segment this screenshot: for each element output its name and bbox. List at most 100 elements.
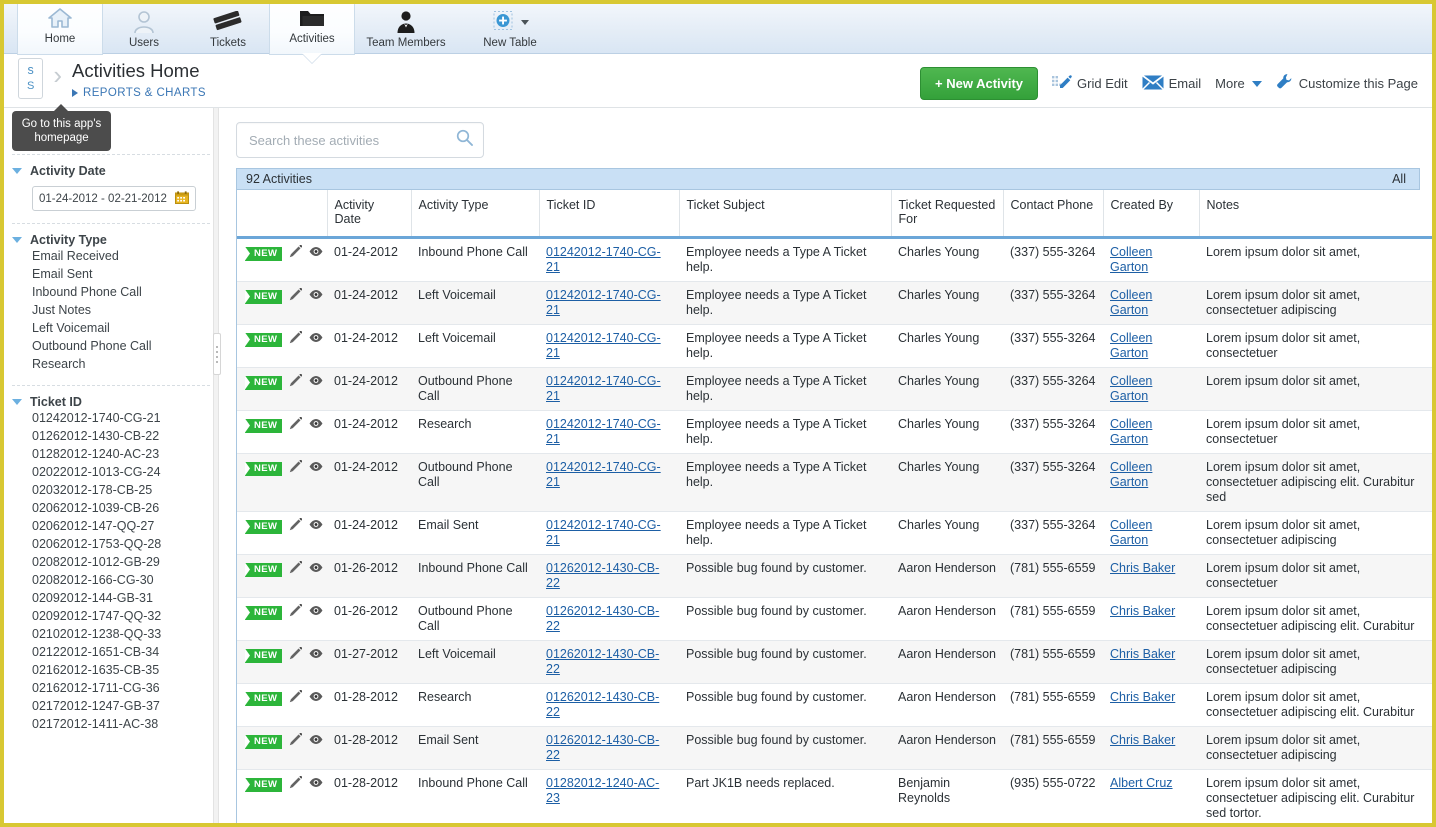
column-header-activity-type[interactable]: Activity Type	[411, 190, 540, 239]
table-row[interactable]: NEW 01-24-2012 Outbound Phone Call 01242012…	[237, 453, 1432, 512]
ticket-id-link[interactable]: 01242012-1740-CG-21	[546, 417, 661, 446]
filter-ticket-id-item-8[interactable]: 02082012-1012-GB-29	[12, 553, 210, 571]
created-by-link[interactable]: Colleen Garton	[1110, 374, 1152, 403]
created-by-link[interactable]: Colleen Garton	[1110, 331, 1152, 360]
created-by-link[interactable]: Chris Baker	[1110, 604, 1175, 618]
search-box[interactable]	[236, 122, 484, 158]
filter-activity-type-item-0[interactable]: Email Received	[12, 247, 210, 265]
created-by-link[interactable]: Colleen Garton	[1110, 245, 1152, 274]
view-eye-icon[interactable]	[309, 375, 323, 390]
table-row[interactable]: NEW 01-24-2012 Outbound Phone Call 01242012…	[237, 367, 1432, 411]
edit-pencil-icon[interactable]	[289, 459, 303, 477]
ticket-id-link[interactable]: 01262012-1430-CB-22	[546, 604, 659, 633]
tab-home[interactable]: Home	[18, 4, 102, 54]
created-by-link[interactable]: Colleen Garton	[1110, 288, 1152, 317]
filter-ticket-id-item-10[interactable]: 02092012-144-GB-31	[12, 589, 210, 607]
customize-page-button[interactable]: Customize this Page	[1276, 73, 1418, 94]
search-input[interactable]	[247, 131, 456, 149]
ticket-id-link[interactable]: 01262012-1430-CB-22	[546, 690, 659, 719]
table-row[interactable]: NEW 01-24-2012 Left Voicemail 01242012-1740…	[237, 281, 1432, 325]
created-by-link[interactable]: Chris Baker	[1110, 561, 1175, 575]
filter-ticket-id-item-7[interactable]: 02062012-1753-QQ-28	[12, 535, 210, 553]
tab-new-table[interactable]: New Table	[458, 4, 562, 54]
edit-pencil-icon[interactable]	[289, 603, 303, 621]
filter-ticket-id-item-16[interactable]: 02172012-1247-GB-37	[12, 697, 210, 715]
new-activity-button[interactable]: + New Activity	[920, 67, 1039, 100]
view-eye-icon[interactable]	[309, 289, 323, 304]
view-eye-icon[interactable]	[309, 519, 323, 534]
edit-pencil-icon[interactable]	[289, 646, 303, 664]
more-menu-button[interactable]: More	[1215, 76, 1262, 91]
view-eye-icon[interactable]	[309, 418, 323, 433]
edit-pencil-icon[interactable]	[289, 373, 303, 391]
chevron-down-icon[interactable]	[12, 237, 22, 243]
edit-pencil-icon[interactable]	[289, 244, 303, 262]
tab-activities[interactable]: Activities	[270, 4, 354, 63]
show-all-link[interactable]: All	[1392, 172, 1410, 186]
filter-ticket-id-item-13[interactable]: 02122012-1651-CB-34	[12, 643, 210, 661]
filter-ticket-id-item-15[interactable]: 02162012-1711-CG-36	[12, 679, 210, 697]
ticket-id-link[interactable]: 01242012-1740-CG-21	[546, 460, 661, 489]
edit-pencil-icon[interactable]	[289, 517, 303, 535]
filter-ticket-id-item-1[interactable]: 01262012-1430-CB-22	[12, 427, 210, 445]
filter-ticket-id-item-17[interactable]: 02172012-1411-AC-38	[12, 715, 210, 733]
table-row[interactable]: NEW 01-28-2012 Inbound Phone Call 01282012-…	[237, 769, 1432, 823]
view-eye-icon[interactable]	[309, 332, 323, 347]
table-row[interactable]: NEW 01-24-2012 Email Sent 01242012-1740-CG-…	[237, 511, 1432, 555]
table-row[interactable]: NEW 01-24-2012 Inbound Phone Call 01242012-…	[237, 237, 1432, 282]
tab-users[interactable]: Users	[102, 4, 186, 54]
filter-activity-type-item-5[interactable]: Outbound Phone Call	[12, 337, 210, 355]
filter-activity-type-item-6[interactable]: Research	[12, 355, 210, 373]
filter-ticket-id-item-2[interactable]: 01282012-1240-AC-23	[12, 445, 210, 463]
filter-ticket-id-item-12[interactable]: 02102012-1238-QQ-33	[12, 625, 210, 643]
ticket-id-link[interactable]: 01282012-1240-AC-23	[546, 776, 659, 805]
column-header-created-by[interactable]: Created By	[1103, 190, 1200, 239]
filter-activity-type-item-3[interactable]: Just Notes	[12, 301, 210, 319]
created-by-link[interactable]: Albert Cruz	[1110, 776, 1173, 790]
filter-group-header[interactable]: Ticket ID	[12, 395, 210, 409]
tab-tickets[interactable]: Tickets	[186, 4, 270, 54]
view-eye-icon[interactable]	[309, 605, 323, 620]
ticket-id-link[interactable]: 01242012-1740-CG-21	[546, 374, 661, 403]
filter-ticket-id-item-3[interactable]: 02022012-1013-CG-24	[12, 463, 210, 481]
created-by-link[interactable]: Chris Baker	[1110, 690, 1175, 704]
breadcrumb-app-link[interactable]: s S	[18, 58, 44, 99]
view-eye-icon[interactable]	[309, 691, 323, 706]
ticket-id-link[interactable]: 01262012-1430-CB-22	[546, 733, 659, 762]
ticket-id-link[interactable]: 01242012-1740-CG-21	[546, 245, 661, 274]
table-row[interactable]: NEW 01-24-2012 Research 01242012-1740-CG-21…	[237, 410, 1432, 454]
ticket-id-link[interactable]: 01242012-1740-CG-21	[546, 288, 661, 317]
filter-ticket-id-item-4[interactable]: 02032012-178-CB-25	[12, 481, 210, 499]
calendar-icon[interactable]	[175, 191, 189, 206]
table-row[interactable]: NEW 01-24-2012 Left Voicemail 01242012-1740…	[237, 324, 1432, 368]
column-header-actions[interactable]	[237, 190, 328, 239]
view-eye-icon[interactable]	[309, 777, 323, 792]
filter-ticket-id-item-11[interactable]: 02092012-1747-QQ-32	[12, 607, 210, 625]
search-icon[interactable]	[456, 129, 473, 151]
view-eye-icon[interactable]	[309, 734, 323, 749]
view-eye-icon[interactable]	[309, 461, 323, 476]
ticket-id-link[interactable]: 01242012-1740-CG-21	[546, 518, 661, 547]
filter-ticket-id-item-0[interactable]: 01242012-1740-CG-21	[12, 409, 210, 427]
column-header-notes[interactable]: Notes	[1199, 190, 1432, 239]
created-by-link[interactable]: Colleen Garton	[1110, 417, 1152, 446]
chevron-down-icon[interactable]	[12, 399, 22, 405]
grid-edit-button[interactable]: Grid Edit	[1052, 74, 1128, 94]
view-eye-icon[interactable]	[309, 562, 323, 577]
panel-splitter[interactable]	[213, 108, 221, 823]
created-by-link[interactable]: Colleen Garton	[1110, 460, 1152, 489]
column-header-contact-phone[interactable]: Contact Phone	[1003, 190, 1104, 239]
edit-pencil-icon[interactable]	[289, 689, 303, 707]
chevron-down-icon[interactable]	[521, 19, 529, 25]
email-button[interactable]: Email	[1141, 74, 1201, 93]
view-eye-icon[interactable]	[309, 648, 323, 663]
view-eye-icon[interactable]	[309, 246, 323, 261]
filter-ticket-id-item-6[interactable]: 02062012-147-QQ-27	[12, 517, 210, 535]
filter-ticket-id-item-9[interactable]: 02082012-166-CG-30	[12, 571, 210, 589]
ticket-id-link[interactable]: 01262012-1430-CB-22	[546, 647, 659, 676]
filter-group-header[interactable]: Activity Type	[12, 233, 210, 247]
table-row[interactable]: NEW 01-28-2012 Research 01262012-1430-CB-22…	[237, 683, 1432, 727]
filter-activity-type-item-1[interactable]: Email Sent	[12, 265, 210, 283]
column-header-activity-date[interactable]: Activity Date	[327, 190, 412, 239]
edit-pencil-icon[interactable]	[289, 732, 303, 750]
